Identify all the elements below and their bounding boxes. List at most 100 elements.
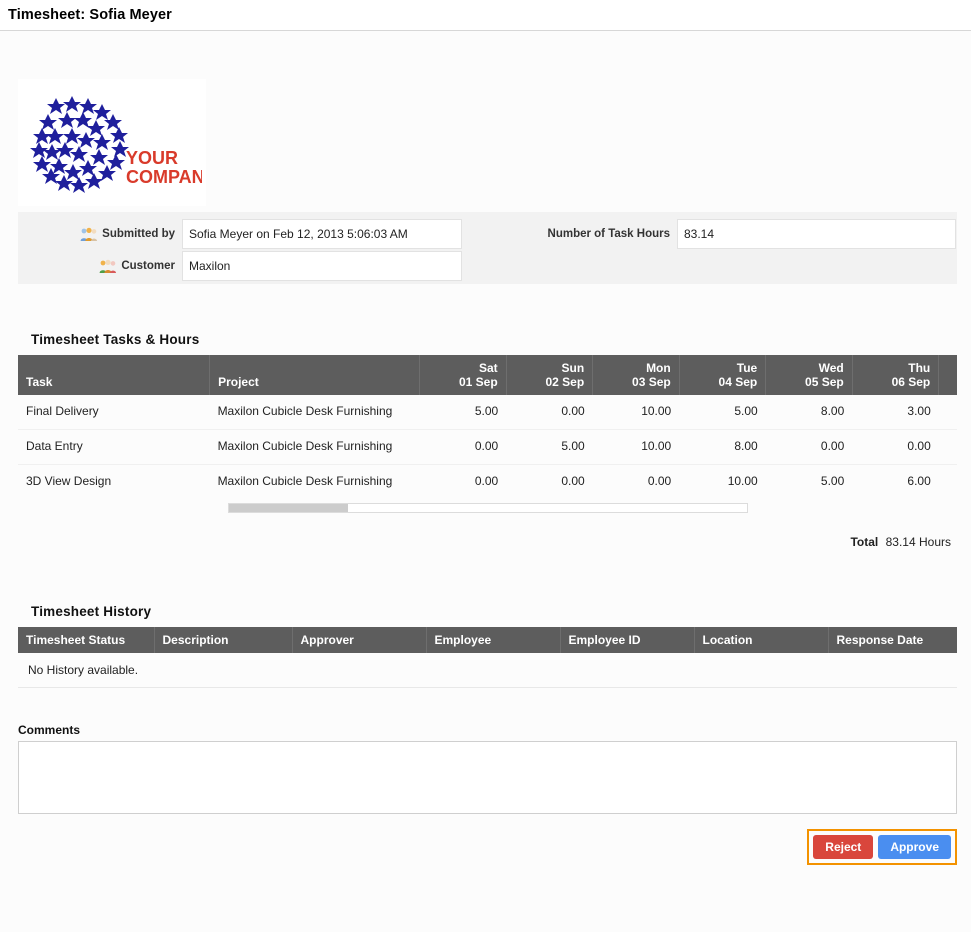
day-hours-cell: 0.00 bbox=[420, 465, 507, 499]
tasks-column-header: Mon 03 Sep bbox=[593, 355, 680, 395]
submitted-by-label-cell: Submitted by bbox=[19, 219, 182, 249]
submission-info-panel: Submitted by Sofia Meyer on Feb 12, 2013… bbox=[18, 212, 957, 284]
tasks-horizontal-scrollbar[interactable] bbox=[228, 503, 748, 513]
logo-company-line1: YOUR bbox=[126, 148, 178, 168]
tasks-column-header: Project bbox=[210, 355, 420, 395]
history-column-header: Approver bbox=[292, 627, 426, 653]
day-hours-cell: 0.00 bbox=[939, 430, 957, 465]
logo-company-line2: COMPANY bbox=[126, 167, 202, 187]
tasks-table-head: TaskProjectSat 01 SepSun 02 SepMon 03 Se… bbox=[18, 355, 957, 395]
day-hours-cell: 5.00 bbox=[766, 465, 853, 499]
history-table: Timesheet StatusDescriptionApproverEmplo… bbox=[18, 627, 957, 688]
task-name-cell: Final Delivery bbox=[18, 395, 210, 429]
task-hours-label: Number of Task Hours bbox=[462, 219, 677, 249]
tasks-table-wrap: TaskProjectSat 01 SepSun 02 SepMon 03 Se… bbox=[18, 355, 957, 499]
tasks-column-header: Tue 04 Sep bbox=[679, 355, 766, 395]
history-column-header: Timesheet Status bbox=[18, 627, 154, 653]
day-hours-cell: 0.00 bbox=[593, 465, 680, 499]
day-hours-cell: 5.00 bbox=[420, 395, 507, 429]
submitted-by-value: Sofia Meyer on Feb 12, 2013 5:06:03 AM bbox=[182, 219, 462, 249]
company-logo: YOUR COMPANY bbox=[18, 79, 206, 206]
day-hours-cell: 0.00 bbox=[939, 395, 957, 429]
tasks-table-body: Final DeliveryMaxilon Cubicle Desk Furni… bbox=[18, 395, 957, 499]
titlebar: Timesheet: Sofia Meyer bbox=[0, 0, 971, 31]
total-unit: Hours bbox=[919, 535, 951, 549]
people-icon bbox=[80, 227, 97, 242]
task-name-cell: Data Entry bbox=[18, 430, 210, 465]
day-hours-cell: 8.00 bbox=[679, 430, 766, 465]
tasks-column-header: Task bbox=[18, 355, 210, 395]
tasks-column-header: Fri 07 Sep bbox=[939, 355, 957, 395]
day-hours-cell: 3.00 bbox=[852, 395, 939, 429]
info-spacer bbox=[462, 251, 956, 281]
day-hours-cell: 5.00 bbox=[679, 395, 766, 429]
history-table-head: Timesheet StatusDescriptionApproverEmplo… bbox=[18, 627, 957, 653]
submitted-by-label: Submitted by bbox=[102, 228, 175, 240]
tasks-column-header: Sun 02 Sep bbox=[506, 355, 593, 395]
approve-button[interactable]: Approve bbox=[878, 835, 951, 859]
customer-label-cell: Customer bbox=[19, 251, 182, 281]
total-label: Total bbox=[850, 535, 878, 549]
customer-value: Maxilon bbox=[182, 251, 462, 281]
table-row: Data EntryMaxilon Cubicle Desk Furnishin… bbox=[18, 430, 957, 465]
day-hours-cell: 0.00 bbox=[852, 430, 939, 465]
day-hours-cell: 0.00 bbox=[506, 395, 593, 429]
logo-graphic: YOUR COMPANY bbox=[22, 88, 202, 198]
tasks-scroll-row bbox=[18, 503, 957, 513]
customer-people-icon bbox=[99, 259, 116, 274]
history-column-header: Employee bbox=[426, 627, 560, 653]
day-hours-cell: 6.00 bbox=[852, 465, 939, 499]
action-buttons-highlight: Reject Approve bbox=[807, 829, 957, 865]
history-column-header: Response Date bbox=[828, 627, 957, 653]
info-column-right: Number of Task Hours 83.14 bbox=[462, 213, 956, 283]
history-empty-row: No History available. bbox=[18, 653, 957, 688]
customer-row: Customer Maxilon bbox=[19, 251, 462, 281]
history-table-wrap: Timesheet StatusDescriptionApproverEmplo… bbox=[18, 627, 957, 688]
tasks-table: TaskProjectSat 01 SepSun 02 SepMon 03 Se… bbox=[18, 355, 957, 499]
history-section-title: Timesheet History bbox=[31, 604, 956, 619]
submitted-by-row: Submitted by Sofia Meyer on Feb 12, 2013… bbox=[19, 219, 462, 249]
timesheet-page: Timesheet: Sofia Meyer bbox=[0, 0, 971, 932]
comments-label: Comments bbox=[18, 723, 957, 737]
task-name-cell: 3D View Design bbox=[18, 465, 210, 499]
history-header-row: Timesheet StatusDescriptionApproverEmplo… bbox=[18, 627, 957, 653]
task-hours-value: 83.14 bbox=[677, 219, 956, 249]
day-hours-cell: 10.00 bbox=[593, 395, 680, 429]
reject-button[interactable]: Reject bbox=[813, 835, 873, 859]
day-hours-cell: 10.00 bbox=[593, 430, 680, 465]
action-bar: Reject Approve bbox=[18, 829, 957, 865]
project-name-cell: Maxilon Cubicle Desk Furnishing bbox=[210, 395, 420, 429]
day-hours-cell: 8.00 bbox=[766, 395, 853, 429]
day-hours-cell: 0.00 bbox=[939, 465, 957, 499]
comments-section: Comments bbox=[18, 723, 957, 817]
tasks-header-row: TaskProjectSat 01 SepSun 02 SepMon 03 Se… bbox=[18, 355, 957, 395]
project-name-cell: Maxilon Cubicle Desk Furnishing bbox=[210, 430, 420, 465]
history-column-header: Employee ID bbox=[560, 627, 694, 653]
customer-label: Customer bbox=[121, 260, 175, 272]
table-row: 3D View DesignMaxilon Cubicle Desk Furni… bbox=[18, 465, 957, 499]
tasks-section-title: Timesheet Tasks & Hours bbox=[31, 332, 956, 347]
day-hours-cell: 0.00 bbox=[506, 465, 593, 499]
history-empty-message: No History available. bbox=[18, 653, 957, 688]
page-title: Timesheet: Sofia Meyer bbox=[8, 7, 172, 23]
tasks-total-line: Total 83.14 Hours bbox=[15, 535, 951, 549]
project-name-cell: Maxilon Cubicle Desk Furnishing bbox=[210, 465, 420, 499]
tasks-column-header: Wed 05 Sep bbox=[766, 355, 853, 395]
history-column-header: Description bbox=[154, 627, 292, 653]
day-hours-cell: 0.00 bbox=[420, 430, 507, 465]
total-value: 83.14 bbox=[886, 535, 916, 549]
tasks-column-header: Sat 01 Sep bbox=[420, 355, 507, 395]
task-hours-row: Number of Task Hours 83.14 bbox=[462, 219, 956, 249]
table-row: Final DeliveryMaxilon Cubicle Desk Furni… bbox=[18, 395, 957, 429]
day-hours-cell: 5.00 bbox=[506, 430, 593, 465]
day-hours-cell: 0.00 bbox=[766, 430, 853, 465]
history-section: Timesheet History Timesheet StatusDescri… bbox=[15, 604, 956, 688]
history-column-header: Location bbox=[694, 627, 828, 653]
comments-input[interactable] bbox=[18, 741, 957, 814]
day-hours-cell: 10.00 bbox=[679, 465, 766, 499]
scrollbar-thumb[interactable] bbox=[229, 504, 348, 512]
tasks-section: Timesheet Tasks & Hours TaskProjectSat 0… bbox=[15, 332, 956, 549]
history-table-body: No History available. bbox=[18, 653, 957, 688]
tasks-column-header: Thu 06 Sep bbox=[852, 355, 939, 395]
info-column-left: Submitted by Sofia Meyer on Feb 12, 2013… bbox=[19, 213, 462, 283]
